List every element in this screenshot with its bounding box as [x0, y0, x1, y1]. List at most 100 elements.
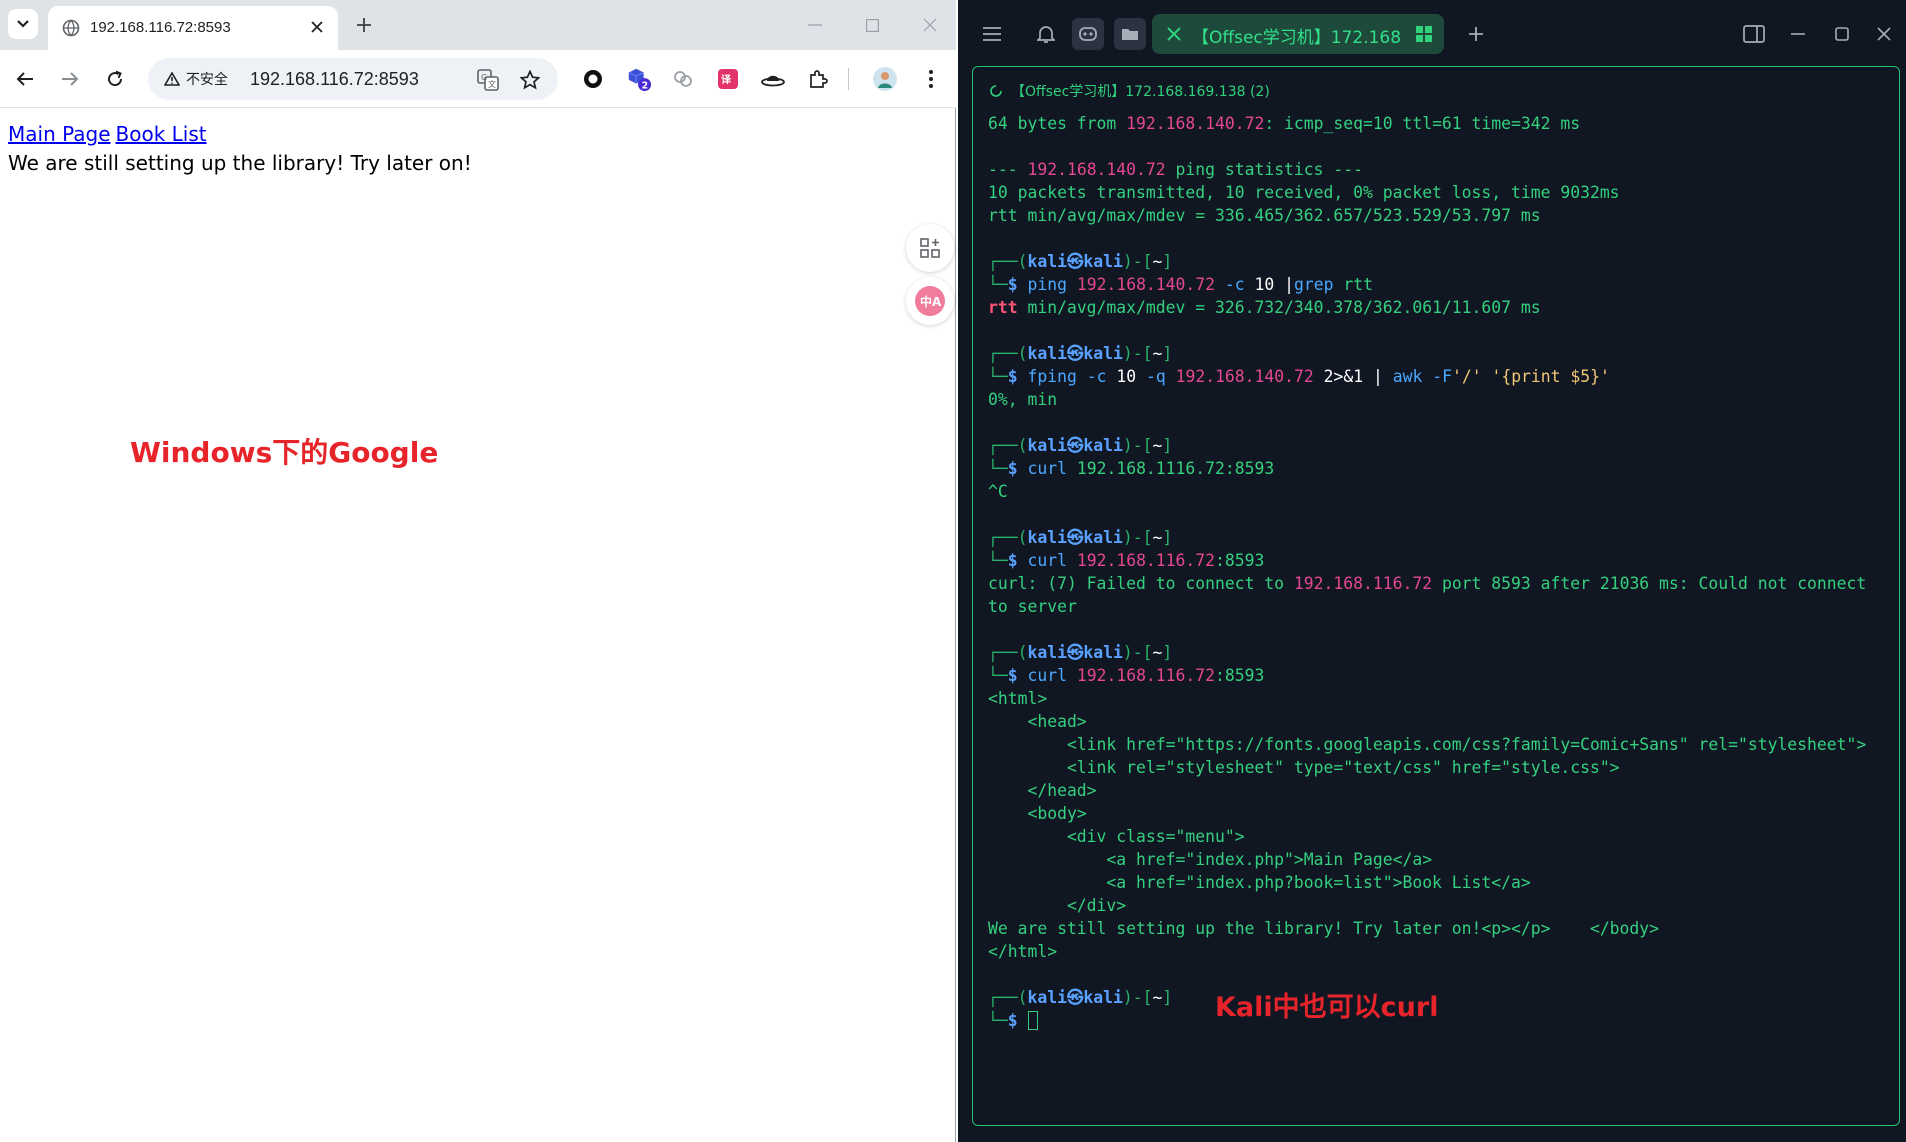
tab-list-button[interactable] — [8, 9, 38, 39]
terminal-maximize-button[interactable] — [1826, 18, 1858, 50]
security-indicator[interactable]: 不安全 — [156, 64, 238, 94]
cube-icon: 2 — [628, 68, 652, 91]
address-bar[interactable]: 不安全 192.168.116.72:8593 G文 — [148, 58, 558, 100]
prompt-line: ┌──(kali㉿kali)-[~] — [988, 528, 1173, 547]
prompt-line: ┌──(kali㉿kali)-[~] — [988, 436, 1173, 455]
forward-arrow-icon — [62, 72, 79, 86]
globe-icon — [62, 19, 80, 37]
html-output-line: <a href="index.php">Main Page</a> — [988, 850, 1433, 869]
bookmark-button[interactable] — [518, 68, 542, 92]
html-output-line: </head> — [988, 781, 1097, 800]
output-line: rtt min/avg/max/mdev = 326.732/340.378/3… — [988, 298, 1541, 317]
extension-hat-button[interactable] — [760, 66, 786, 92]
plus-icon — [357, 18, 371, 32]
book-list-link[interactable]: Book List — [116, 122, 207, 146]
session-header: 【Offsec学习机】172.168.169.138 (2) — [989, 81, 1270, 101]
output-line: 0%, min — [988, 390, 1058, 409]
close-icon — [1877, 27, 1891, 41]
browser-annotation: Windows下的Google — [130, 436, 439, 469]
svg-text:文: 文 — [488, 79, 496, 89]
window-close-button[interactable] — [910, 10, 950, 40]
html-output-line: <head> — [988, 712, 1087, 731]
html-output-line: <link href="https://fonts.googleapis.com… — [988, 735, 1867, 754]
terminal-cursor — [1027, 1011, 1038, 1030]
main-page-link[interactable]: Main Page — [8, 122, 111, 146]
svg-text:中A: 中A — [920, 294, 942, 309]
apps-add-icon — [920, 238, 940, 258]
reload-button[interactable] — [100, 64, 130, 94]
terminal-tab[interactable]: 【Offsec学习机】172.168.1... — [1152, 14, 1444, 54]
browser-menu-button[interactable] — [918, 66, 944, 92]
maximize-icon — [865, 18, 879, 32]
command-line: └─$ curl 192.168.1116.72:8593 — [988, 459, 1275, 478]
terminal-minimize-button[interactable] — [1782, 18, 1814, 50]
html-output-line: <body> — [988, 804, 1087, 823]
back-button[interactable] — [10, 64, 40, 94]
toolbar-divider — [848, 68, 849, 90]
plus-icon — [1469, 27, 1483, 41]
terminal-annotation: Kali中也可以curl — [1215, 992, 1439, 1023]
side-translate-button[interactable]: 中A — [906, 277, 954, 325]
terminal-tab-close-button[interactable] — [1162, 22, 1186, 46]
command-line: └─$ ping 192.168.140.72 -c 10 |grep rtt — [988, 275, 1373, 294]
profile-avatar[interactable] — [872, 66, 898, 92]
ai-assistant-button[interactable] — [1072, 18, 1104, 50]
forward-button[interactable] — [55, 64, 85, 94]
maximize-icon — [1835, 27, 1849, 41]
extension-record-button[interactable] — [580, 66, 606, 92]
notifications-button[interactable] — [1030, 18, 1062, 50]
split-panel-button[interactable] — [1738, 18, 1770, 50]
extensions-icon — [810, 70, 828, 88]
extensions-menu-button[interactable] — [805, 66, 831, 92]
session-spinner-icon — [990, 85, 1002, 97]
terminal-close-button[interactable] — [1868, 18, 1900, 50]
translate-button[interactable]: G文 — [476, 68, 500, 92]
insecure-label: 不安全 — [186, 71, 228, 87]
extension-translate-button[interactable]: 译 — [715, 66, 741, 92]
side-tools-button[interactable] — [906, 224, 954, 272]
bell-icon — [1037, 26, 1055, 43]
terminal-titlebar: 【Offsec学习机】172.168.1... — [958, 0, 1906, 66]
folder-icon — [1122, 29, 1138, 40]
tab-title: 192.168.116.72:8593 — [90, 19, 231, 36]
command-line[interactable]: └─$ — [988, 1009, 1893, 1032]
extension-badge: 2 — [642, 80, 648, 91]
page-menu: Main Page Book List — [8, 122, 212, 146]
html-output-line: </div> — [988, 896, 1127, 915]
browser-tab[interactable]: 192.168.116.72:8593 — [48, 6, 338, 50]
html-output-line: <html> — [988, 689, 1048, 708]
terminal-new-tab-button[interactable] — [1460, 18, 1492, 50]
output-line: 10 packets transmitted, 10 received, 0% … — [988, 183, 1620, 202]
url-text[interactable]: 192.168.116.72:8593 — [250, 69, 419, 90]
hat-icon — [761, 75, 785, 87]
robot-icon — [1079, 27, 1097, 41]
minimize-button[interactable] — [795, 10, 835, 40]
html-output-line: </html> — [988, 942, 1058, 961]
svg-text:译: 译 — [721, 73, 732, 86]
more-vertical-icon — [929, 70, 933, 88]
web-page: Main Page Book List We are still setting … — [0, 109, 955, 1142]
terminal-menu-button[interactable] — [976, 18, 1008, 50]
command-line: └─$ curl 192.168.116.72:8593 — [988, 666, 1265, 685]
new-tab-button[interactable] — [350, 11, 378, 39]
link-rings-icon — [674, 71, 692, 87]
output-line: --- 192.168.140.72 ping statistics --- — [988, 160, 1364, 179]
maximize-button[interactable] — [852, 10, 892, 40]
browser-window: 192.168.116.72:8593 不安全 192.168.116.72:8… — [0, 0, 956, 1142]
extension-links-button[interactable] — [670, 66, 696, 92]
terminal-pane[interactable]: 【Offsec学习机】172.168.169.138 (2) 64 bytes … — [972, 66, 1900, 1126]
tab-close-button[interactable] — [306, 16, 328, 38]
page-message: We are still setting up the library! Try… — [8, 151, 472, 175]
prompt-line: ┌──(kali㉿kali)-[~] — [988, 344, 1173, 363]
warning-icon — [164, 72, 180, 86]
svg-text:G: G — [481, 73, 487, 82]
files-button[interactable] — [1114, 18, 1146, 50]
extension-cube-button[interactable]: 2 — [626, 66, 652, 92]
terminal-output: 64 bytes from 192.168.140.72: icmp_seq=1… — [988, 112, 1893, 1032]
hamburger-icon — [983, 27, 1001, 41]
record-icon — [584, 70, 602, 88]
back-arrow-icon — [16, 72, 33, 86]
session-title: 【Offsec学习机】172.168.169.138 (2) — [1011, 84, 1270, 100]
minimize-icon — [808, 24, 822, 26]
command-line: └─$ fping -c 10 -q 192.168.140.72 2>&1 |… — [988, 367, 1610, 386]
